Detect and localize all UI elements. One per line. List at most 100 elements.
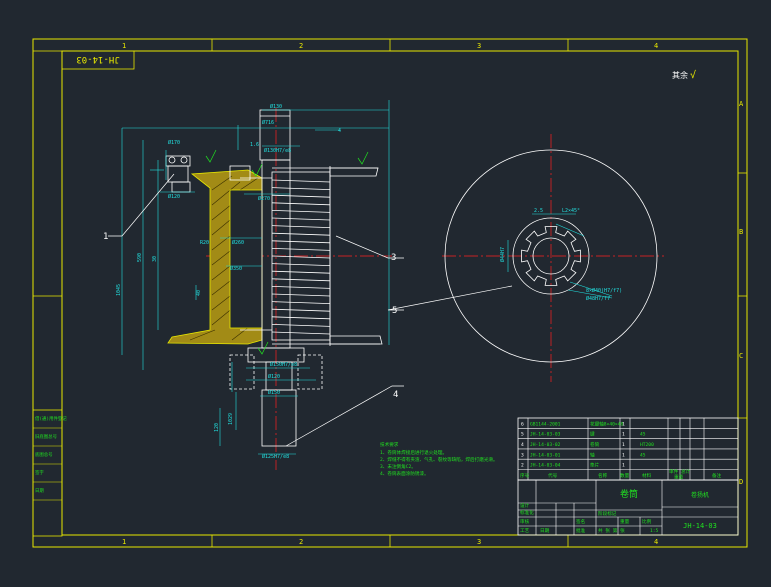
bom-header-material: 材料: [642, 472, 652, 479]
side-label-2: 旧底图总号: [35, 433, 58, 440]
dim-d11: Ø120: [268, 373, 280, 380]
zone-bottom-2: 2: [299, 538, 303, 546]
zone-right-c: C: [739, 352, 743, 360]
tb-company: 卷扬机: [691, 491, 709, 499]
bom-cell-no: 3: [521, 452, 524, 458]
drum-groove-line: [271, 324, 331, 327]
callout-1: 1: [103, 232, 108, 242]
dim-h3: 30: [152, 256, 158, 262]
drum-groove-line: [271, 293, 331, 297]
tb-sign: 签名: [576, 518, 585, 525]
drum-groove-line: [271, 225, 331, 228]
drum-groove-line: [271, 331, 331, 335]
drum-groove-line: [271, 301, 331, 304]
tb-sheet: 共 张 第 张: [598, 527, 625, 534]
tb-scale: 1:5: [650, 528, 659, 534]
bom-cell-material: 45: [640, 452, 646, 458]
side-label-5: 日期: [35, 488, 44, 494]
tb-stage: 阶段标记: [598, 510, 617, 517]
tb-part-name: 卷筒: [620, 488, 638, 500]
drum-groove-line: [271, 286, 331, 289]
cad-drawing-viewport[interactable]: 1 2 3 4 1 2 3 4 A B C D JH-14-03 其余 √ Ø7…: [0, 0, 771, 583]
callout-5: 5: [392, 306, 397, 316]
drum-groove-line: [271, 217, 331, 221]
spline-dim-1: 2.5: [534, 208, 543, 214]
sheet-outer-frame: [32, 38, 748, 548]
side-label-3: 底图总号: [35, 451, 53, 458]
zone-right-d: D: [739, 478, 743, 486]
tb-weight: 重量: [620, 518, 630, 525]
bom-cell-name: 垫片: [590, 462, 600, 469]
tb-approve: 批准: [576, 527, 586, 534]
bom-cell-qty: 1: [622, 452, 625, 458]
bom-cell-material: 45: [640, 432, 646, 438]
zone-bottom-1: 1: [122, 538, 126, 546]
zone-top-4: 4: [654, 42, 658, 50]
zone-top-3: 3: [477, 42, 481, 50]
spline-dim-4: Ø44H7: [499, 247, 506, 262]
bom-cell-code: GB1144-2001: [530, 421, 561, 427]
tb-drawing-no: JH-14-03: [683, 522, 717, 530]
side-label-1: 借(通)用件登记: [35, 415, 67, 422]
dim-h-total: 1045: [116, 284, 122, 296]
note-line-2: 2、焊缝不得有夹渣、气孔、裂纹等缺陷，焊后打磨光滑。: [380, 456, 498, 463]
bom-cell-qty: 1: [622, 421, 625, 427]
tb-design: 设计: [520, 502, 530, 509]
bom-cell-no: 5: [521, 432, 524, 438]
bom-cell-no: 6: [521, 421, 524, 427]
bom-cell-name: 键: [590, 431, 595, 438]
roughness-note: 其余: [672, 70, 688, 80]
drum-groove-line: [271, 270, 331, 274]
note-line-3: 3、未注倒角C2。: [380, 463, 416, 470]
tb-standard: 标准化: [520, 509, 534, 516]
front-section-view: [165, 108, 392, 470]
drum-groove-line: [271, 263, 331, 266]
callout-3: 3: [391, 253, 396, 263]
note-line-1: 1、卷筒体焊接后进行退火处理。: [380, 449, 447, 456]
dim-d9: Ø260: [232, 239, 244, 246]
left-label-column: 借(通)用件登记 旧底图总号 底图总号 签字 日期: [32, 409, 67, 537]
zone-ticks-top: [33, 39, 747, 547]
bom-cell-qty: 1: [622, 432, 625, 438]
dim-d6: Ø270: [258, 195, 270, 202]
zone-top-2: 2: [299, 42, 303, 50]
drum-groove-line: [271, 210, 331, 213]
callout-4: 4: [393, 390, 398, 400]
bom-header-no: 序号: [520, 472, 530, 479]
dim-h1: 590: [137, 253, 143, 262]
spline-dim-3: 8×Ø40(H7/f7): [586, 287, 622, 294]
dim-d8: Ø125H7/e8: [262, 453, 289, 460]
leader-lines: [108, 173, 513, 447]
tb-date: 日期: [540, 528, 550, 534]
side-label-4: 签字: [35, 469, 44, 476]
zone-bottom-3: 3: [477, 538, 481, 546]
bom-cell-qty: 1: [622, 442, 625, 448]
spline-dim-5: Ø48H7/f7: [586, 295, 610, 302]
side-view: 2.5 L2×45° 8×Ø40(H7/f7) Ø48H7/f7 Ø44H7: [442, 134, 664, 382]
bom-header-total: 总计: [681, 468, 691, 475]
bom-cell-no: 2: [521, 463, 524, 469]
bom-cell-name: 花键轴8×40×48: [590, 420, 623, 427]
roughness-symbol: √: [690, 69, 696, 81]
bom-cell-material: HT200: [640, 442, 654, 448]
spline-dim-2: L2×45°: [562, 208, 580, 214]
notes-title: 技术要求: [380, 441, 399, 448]
title-block: 设计 标准化 审核 工艺 签名 批准 日期 阶段标记 重量 比例 1:5 共 张…: [517, 479, 739, 536]
bom-header-remark: 备注: [712, 472, 722, 479]
zone-right-b: B: [739, 228, 743, 236]
bom-header-qty: 数量: [620, 472, 630, 479]
drum-groove-line: [271, 232, 331, 236]
bom-cell-qty: 1: [622, 463, 625, 469]
tb-ratio: 比例: [642, 518, 652, 525]
note-line-4: 4、卷筒表面涂防锈漆。: [380, 470, 429, 477]
bom-header-code: 代号: [548, 472, 558, 479]
dim-t4: R20: [200, 240, 209, 246]
bom-cell-name: 卷筒: [590, 441, 600, 448]
drum-groove-line: [271, 240, 331, 244]
dim-d2: Ø130: [270, 103, 282, 110]
bom-cell-code: JH-14-03-01: [530, 452, 561, 458]
bom-cell-code: JH-14-03-03: [530, 432, 561, 438]
dim-h4: 120: [214, 423, 220, 432]
dim-t1: 4: [338, 128, 341, 134]
zone-right-a: A: [739, 100, 744, 108]
